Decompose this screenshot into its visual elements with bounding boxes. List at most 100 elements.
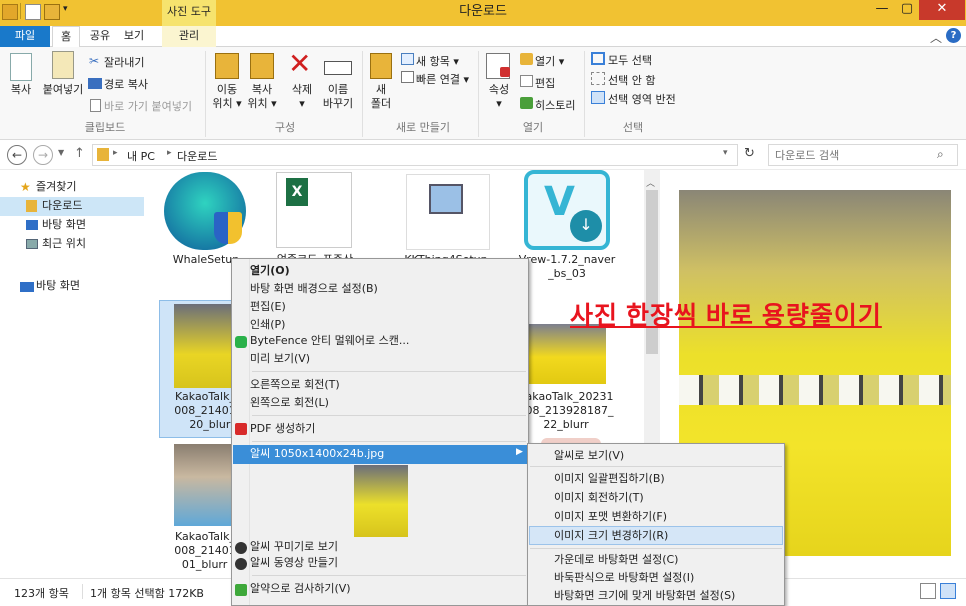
new-folder-icon	[370, 53, 392, 79]
paste-button[interactable]: 붙여넣기	[40, 83, 86, 97]
new-folder-button[interactable]: 새 폴더	[364, 83, 398, 111]
open-button[interactable]: 열기 ▾	[535, 53, 564, 69]
recent-locations-button[interactable]: ▼	[58, 148, 64, 157]
desktop-icon	[20, 282, 34, 292]
search-box[interactable]: ⌕	[768, 144, 958, 166]
new-item-icon	[401, 53, 414, 65]
menu-item-rotate-left[interactable]: 왼쪽으로 회전(L)	[232, 394, 329, 412]
history-button[interactable]: 히스토리	[535, 97, 575, 113]
ribbon-tabs: 파일 홈 공유 보기 관리 ︿ ?	[0, 26, 966, 48]
maximize-button[interactable]: ▢	[893, 0, 921, 20]
edit-icon	[520, 75, 533, 87]
rename-button[interactable]: 이름 바꾸기	[318, 83, 358, 111]
history-icon	[520, 97, 533, 109]
photo-thumbnail[interactable]	[174, 444, 238, 526]
easy-access-button[interactable]: 빠른 연결 ▾	[416, 71, 469, 87]
scroll-up-icon[interactable]: ︿	[646, 176, 655, 189]
tab-file[interactable]: 파일	[0, 26, 50, 47]
new-item-button[interactable]: 새 항목 ▾	[416, 53, 459, 69]
menu-item-edit[interactable]: 편집(E)	[232, 298, 286, 316]
tab-view[interactable]: 보기	[120, 26, 148, 47]
menu-separator	[252, 371, 526, 372]
nav-item-desktop-root[interactable]: 바탕 화면	[36, 277, 80, 295]
select-all-button[interactable]: 모두 선택	[608, 52, 652, 68]
move-to-button[interactable]: 이동 위치 ▾	[208, 83, 246, 111]
photo-thumbnail[interactable]	[526, 324, 606, 384]
submenu-item-center-wallpaper[interactable]: 가운데로 바탕화면 설정(C)	[528, 551, 678, 569]
submenu-item-tile-wallpaper[interactable]: 바둑판식으로 바탕화면 설정(I)	[528, 569, 694, 587]
group-label-open: 열기	[522, 121, 544, 134]
submenu-item-convert-format[interactable]: 이미지 포맷 변환하기(F)	[528, 508, 667, 526]
menu-item-preview[interactable]: 미리 보기(V)	[232, 350, 310, 368]
menu-item-set-background[interactable]: 바탕 화면 배경으로 설정(B)	[232, 280, 378, 298]
invert-selection-icon	[591, 91, 605, 104]
menu-item-open[interactable]: 열기(O)	[232, 262, 290, 280]
paste-shortcut-button[interactable]: 바로 가기 붙여넣기	[104, 98, 192, 114]
invert-selection-button[interactable]: 선택 영역 반전	[608, 91, 676, 107]
excel-logo-icon: X	[286, 178, 308, 206]
shield-icon	[214, 212, 242, 244]
navigation-pane: ★ 즐겨찾기 다운로드 바탕 화면 최근 위치 바탕 화면	[0, 170, 146, 578]
submenu-item-resize[interactable]: 이미지 크기 변경하기(R)	[528, 527, 668, 545]
search-input[interactable]	[775, 147, 935, 163]
tab-share[interactable]: 공유	[86, 26, 114, 47]
edit-button[interactable]: 편집	[535, 75, 555, 91]
menu-item-rotate-right[interactable]: 오른쪽으로 회전(T)	[232, 376, 340, 394]
up-button[interactable]: ↑	[74, 146, 85, 161]
menu-item-alsee-video[interactable]: 알씨 동영상 만들기	[232, 554, 338, 572]
nav-item-desktop[interactable]: 바탕 화면	[42, 216, 86, 234]
delete-button[interactable]: 삭제 ▾	[285, 83, 319, 111]
help-icon[interactable]: ?	[946, 28, 961, 43]
downloads-icon	[26, 200, 37, 212]
recent-places-icon	[26, 239, 38, 249]
preview-image-detail	[679, 375, 951, 405]
copy-icon	[10, 53, 32, 81]
easy-access-icon	[401, 71, 414, 83]
address-bar[interactable]: ▸ 내 PC ▸ 다운로드 ▾	[92, 144, 738, 166]
refresh-button[interactable]: ↻	[744, 146, 755, 161]
divider	[362, 51, 363, 137]
tab-home[interactable]: 홈	[52, 26, 80, 48]
nav-item-favorites[interactable]: 즐겨찾기	[36, 178, 76, 196]
select-none-button[interactable]: 선택 안 함	[608, 72, 655, 88]
copy-to-button[interactable]: 복사 위치 ▾	[243, 83, 281, 111]
cut-button[interactable]: 잘라내기	[104, 54, 144, 70]
file-label[interactable]: Vrew-1.7.2_naver _bs_03	[515, 253, 619, 281]
chevron-up-icon[interactable]: ︿	[930, 29, 942, 46]
close-button[interactable]: ✕	[919, 0, 965, 20]
submenu-arrow-icon: ▶	[516, 447, 523, 457]
large-icons-view-button[interactable]	[940, 583, 956, 599]
menu-item-bytefence-scan[interactable]: ByteFence 안티 멀웨어로 스캔...	[232, 332, 409, 350]
computer-icon	[429, 184, 463, 214]
menu-item-alyac-scan[interactable]: 알약으로 검사하기(V)	[232, 580, 351, 598]
details-view-button[interactable]	[920, 583, 936, 599]
group-label-new: 새로 만들기	[395, 121, 451, 134]
tab-manage[interactable]: 관리	[162, 26, 216, 47]
photo-thumbnail[interactable]	[174, 304, 238, 388]
menu-item-create-pdf[interactable]: PDF 생성하기	[232, 420, 315, 438]
title-bar: ▾ 다운로드 — ▢ ✕	[0, 0, 966, 26]
chevron-down-icon[interactable]: ▾	[723, 148, 728, 158]
group-label-clipboard: 클립보드	[84, 121, 126, 134]
copy-path-icon	[88, 78, 102, 89]
nav-item-downloads[interactable]: 다운로드	[42, 197, 82, 215]
menu-item-alsee-submenu[interactable]: 알씨 1050x1400x24b.jpg	[232, 445, 384, 463]
back-button[interactable]: ←	[7, 145, 27, 165]
submenu-item-batch-edit[interactable]: 이미지 일괄편집하기(B)	[528, 470, 665, 488]
paste-icon	[52, 51, 74, 79]
chevron-right-icon: ▸	[113, 148, 118, 158]
nav-item-recent[interactable]: 최근 위치	[42, 235, 86, 253]
submenu-item-fit-wallpaper[interactable]: 바탕화면 크기에 맞게 바탕화면 설정(S)	[528, 587, 735, 605]
alsee-submenu: 알씨로 보기(V) 이미지 일괄편집하기(B) 이미지 회전하기(T) 이미지 …	[527, 443, 785, 606]
cut-icon: ✂	[89, 54, 100, 68]
breadcrumb-downloads[interactable]: 다운로드	[177, 148, 217, 164]
properties-button[interactable]: 속성 ▾	[482, 83, 516, 111]
submenu-item-rotate[interactable]: 이미지 회전하기(T)	[528, 489, 644, 507]
copy-button[interactable]: 복사	[6, 83, 36, 97]
copy-path-button[interactable]: 경로 복사	[104, 76, 148, 92]
submenu-item-view[interactable]: 알씨로 보기(V)	[528, 447, 624, 465]
minimize-button[interactable]: —	[868, 0, 896, 20]
breadcrumb-this-pc[interactable]: 내 PC	[127, 148, 155, 164]
file-label[interactable]: KakaoTalk_20231 008_213928187_ 22_blurr	[514, 390, 618, 432]
forward-button[interactable]: →	[33, 145, 53, 165]
